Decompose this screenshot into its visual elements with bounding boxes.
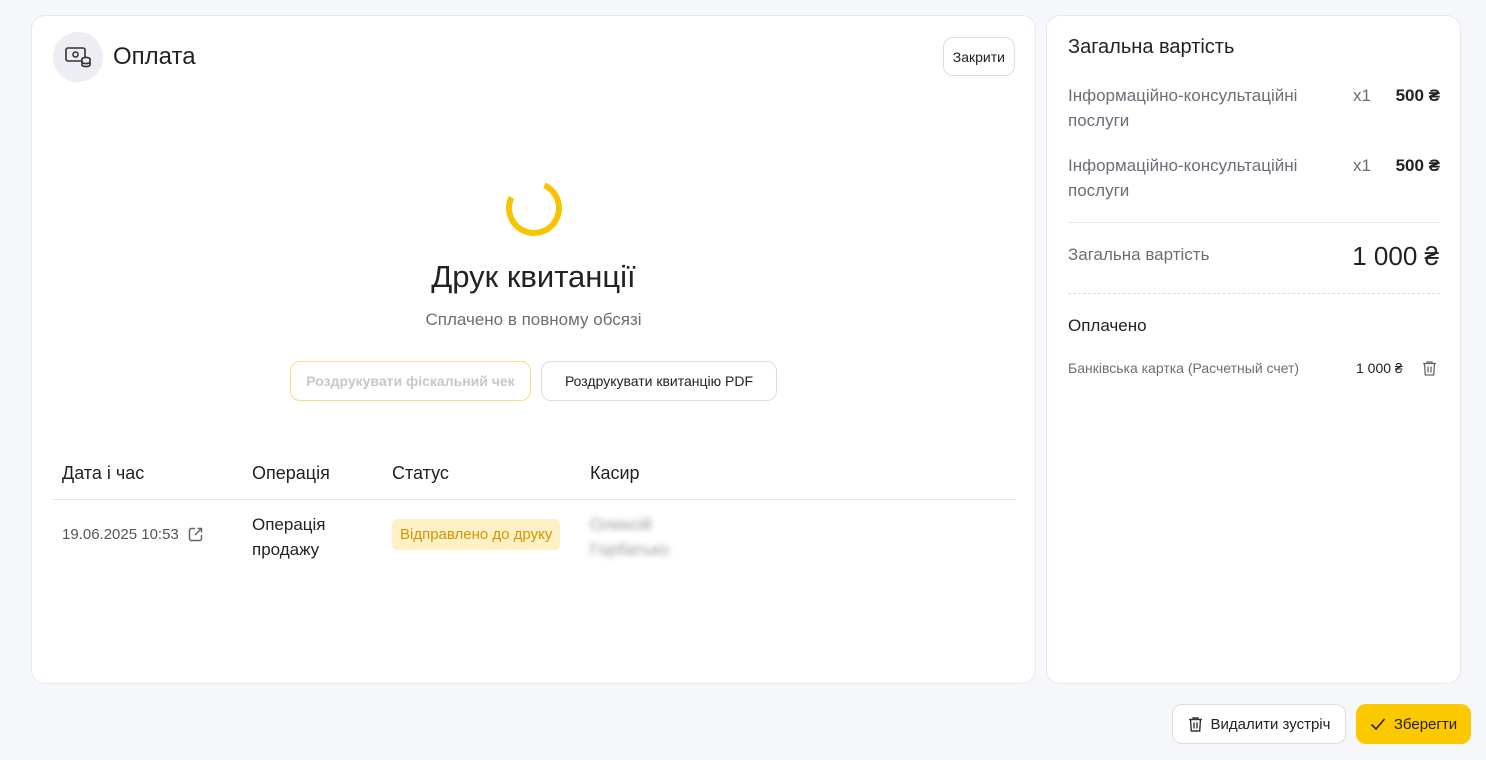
- column-header-cashier: Касир: [590, 463, 640, 483]
- column-header-operation: Операція: [252, 463, 330, 483]
- external-link-icon[interactable]: [187, 526, 204, 543]
- service-name: Інформаційно-консультаційні послуги: [1068, 156, 1298, 200]
- column-header-status: Статус: [392, 463, 449, 483]
- delete-meeting-label: Видалити зустріч: [1210, 715, 1331, 733]
- operation-cell: Операція продажу: [252, 515, 326, 559]
- service-price: 500 ₴: [1395, 86, 1440, 105]
- close-button[interactable]: Закрити: [942, 37, 1015, 76]
- status-badge: Відправлено до друку: [392, 519, 561, 550]
- delete-payment-icon[interactable]: [1422, 360, 1437, 382]
- payment-panel: Оплата Закрити Друк квитанції Сплачено в…: [31, 15, 1036, 684]
- dashed-divider: [1068, 293, 1440, 294]
- service-qty: x1: [1353, 156, 1371, 175]
- datetime-value: 19.06.2025 10:53: [62, 526, 179, 543]
- table-divider: [52, 499, 1016, 500]
- service-price: 500 ₴: [1395, 156, 1440, 175]
- payment-amount: 1 000 ₴: [1356, 360, 1403, 376]
- delete-meeting-button[interactable]: Видалити зустріч: [1172, 704, 1346, 744]
- receipt-title: Друк квитанції: [431, 259, 636, 294]
- paid-title: Оплачено: [1068, 316, 1147, 335]
- cashier-cell: Олексій Горбатько: [590, 515, 670, 559]
- summary-panel: Загальна вартість Інформаційно-консульта…: [1046, 15, 1461, 684]
- payment-icon: [53, 32, 103, 82]
- total-value: 1 000 ₴: [1352, 241, 1439, 271]
- trash-icon: [1188, 716, 1203, 733]
- service-name: Інформаційно-консультаційні послуги: [1068, 86, 1298, 130]
- service-qty: x1: [1353, 86, 1371, 105]
- check-icon: [1370, 717, 1386, 731]
- datetime-cell: 19.06.2025 10:53: [62, 526, 204, 543]
- page-title: Оплата: [113, 43, 196, 70]
- print-fiscal-receipt-button[interactable]: Роздрукувати фіскальний чек: [290, 361, 531, 401]
- loading-spinner-icon: [498, 172, 570, 244]
- payment-method: Банківська картка (Расчетный счет): [1068, 360, 1300, 376]
- save-label: Зберегти: [1393, 715, 1458, 733]
- save-button[interactable]: Зберегти: [1356, 704, 1471, 744]
- divider: [1068, 222, 1440, 223]
- receipt-subtitle: Сплачено в повному обсязі: [425, 310, 642, 329]
- summary-title: Загальна вартість: [1068, 36, 1235, 58]
- column-header-datetime: Дата і час: [62, 463, 145, 483]
- print-pdf-receipt-button[interactable]: Роздрукувати квитанцію PDF: [541, 361, 777, 401]
- total-label: Загальна вартість: [1068, 245, 1210, 264]
